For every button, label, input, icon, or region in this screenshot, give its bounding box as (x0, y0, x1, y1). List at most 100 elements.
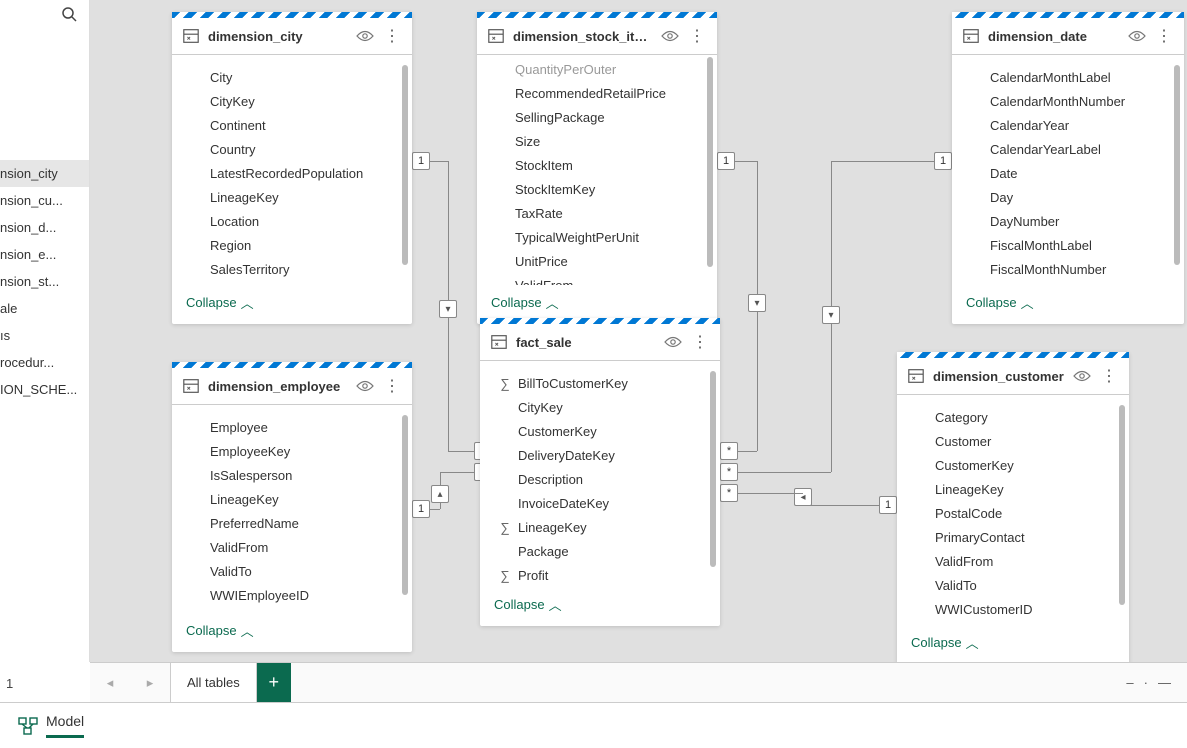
field[interactable]: CalendarYearLabel (952, 137, 1184, 161)
field[interactable]: RecommendedRetailPrice (477, 81, 717, 105)
tool-icon[interactable]: · (1144, 675, 1148, 690)
sidebar-item[interactable]: nsion_st... (0, 268, 89, 295)
field[interactable]: LatestRecordedPopulation (172, 161, 412, 185)
scrollbar[interactable] (1174, 65, 1180, 265)
model-canvas[interactable]: 1 ▾ * 1 ▴ * 1 ▾ * 1 ▾ * 1 ◂ * dimension_… (90, 0, 1187, 662)
field[interactable]: ValidTo (897, 573, 1129, 597)
field[interactable]: UnitPrice (477, 249, 717, 273)
visibility-icon[interactable] (356, 379, 374, 393)
collapse-button[interactable]: Collapse︿ (186, 293, 254, 312)
more-icon[interactable]: ⋮ (687, 26, 707, 46)
field[interactable]: EmployeeKey (172, 439, 412, 463)
field[interactable]: CityKey (480, 395, 720, 419)
field[interactable]: TypicalWeightPerUnit (477, 225, 717, 249)
field[interactable]: IsSalesperson (172, 463, 412, 487)
table-dimension-city[interactable]: dimension_city ⋮ City CityKey Continent … (172, 12, 412, 324)
field[interactable]: Description (480, 467, 720, 491)
field[interactable]: CustomerKey (480, 419, 720, 443)
scrollbar[interactable] (707, 57, 713, 267)
collapse-button[interactable]: Collapse︿ (966, 293, 1034, 312)
field[interactable]: Size (477, 129, 717, 153)
tool-icon[interactable]: — (1158, 675, 1171, 690)
field[interactable]: FiscalMonthLabel (952, 233, 1184, 257)
visibility-icon[interactable] (1073, 369, 1091, 383)
field[interactable]: CalendarMonthNumber (952, 89, 1184, 113)
sidebar-item[interactable]: nsion_e... (0, 241, 89, 268)
field[interactable]: SalesTerritory (172, 257, 412, 281)
field[interactable]: Category (897, 405, 1129, 429)
field[interactable]: Day (952, 185, 1184, 209)
sidebar-item[interactable]: ıs (0, 322, 89, 349)
sidebar-item[interactable]: nsion_city (0, 160, 89, 187)
field[interactable]: InvoiceDateKey (480, 491, 720, 515)
field[interactable]: Continent (172, 113, 412, 137)
field[interactable]: LineageKey (172, 487, 412, 511)
more-icon[interactable]: ⋮ (1154, 26, 1174, 46)
field[interactable]: WWIEmployeeID (172, 583, 412, 607)
field[interactable]: DeliveryDateKey (480, 443, 720, 467)
scrollbar[interactable] (402, 415, 408, 595)
tab-next-icon[interactable]: ▸ (130, 675, 170, 691)
collapse-button[interactable]: Collapse︿ (491, 293, 559, 312)
field[interactable]: Date (952, 161, 1184, 185)
scrollbar[interactable] (710, 371, 716, 567)
model-tab[interactable]: Model (46, 713, 84, 738)
field[interactable]: Country (172, 137, 412, 161)
add-tab-button[interactable]: + (257, 663, 291, 703)
more-icon[interactable]: ⋮ (382, 376, 402, 396)
more-icon[interactable]: ⋮ (382, 26, 402, 46)
field[interactable]: ValidFrom (172, 535, 412, 559)
search-icon[interactable] (61, 6, 77, 22)
field[interactable]: CalendarYear (952, 113, 1184, 137)
field[interactable]: WWICustomerID (897, 597, 1129, 621)
more-icon[interactable]: ⋮ (690, 332, 710, 352)
field[interactable]: Location (172, 209, 412, 233)
field[interactable]: PreferredName (172, 511, 412, 535)
table-dimension-employee[interactable]: dimension_employee ⋮ Employee EmployeeKe… (172, 362, 412, 652)
more-icon[interactable]: ⋮ (1099, 366, 1119, 386)
table-dimension-stock-item[interactable]: dimension_stock_item ⋮ QuantityPerOuter … (477, 12, 717, 324)
visibility-icon[interactable] (664, 335, 682, 349)
visibility-icon[interactable] (356, 29, 374, 43)
sidebar-item[interactable]: ale (0, 295, 89, 322)
table-dimension-date[interactable]: dimension_date ⋮ CalendarMonthLabel Cale… (952, 12, 1184, 324)
field[interactable]: QuantityPerOuter (477, 57, 717, 81)
field[interactable]: Customer (897, 429, 1129, 453)
field[interactable]: StockItem (477, 153, 717, 177)
tab-all-tables[interactable]: All tables (170, 662, 257, 702)
field[interactable]: SellingPackage (477, 105, 717, 129)
sidebar-item[interactable]: ION_SCHE... (0, 376, 89, 403)
table-fact-sale[interactable]: fact_sale ⋮ ∑BillToCustomerKey CityKey C… (480, 318, 720, 626)
visibility-icon[interactable] (1128, 29, 1146, 43)
field[interactable]: DayNumber (952, 209, 1184, 233)
field[interactable]: Employee (172, 415, 412, 439)
tab-prev-icon[interactable]: ◂ (90, 675, 130, 691)
field[interactable]: CustomerKey (897, 453, 1129, 477)
sidebar-item[interactable]: rocedur... (0, 349, 89, 376)
visibility-icon[interactable] (661, 29, 679, 43)
field[interactable]: Package (480, 539, 720, 563)
field[interactable]: LineageKey (172, 185, 412, 209)
field[interactable]: ∑LineageKey (480, 515, 720, 539)
field[interactable]: CalendarMonthLabel (952, 65, 1184, 89)
field[interactable]: City (172, 65, 412, 89)
sidebar-item[interactable]: nsion_cu... (0, 187, 89, 214)
field[interactable]: StockItemKey (477, 177, 717, 201)
field[interactable]: FiscalMonthNumber (952, 257, 1184, 281)
collapse-button[interactable]: Collapse︿ (911, 633, 979, 652)
scrollbar[interactable] (402, 65, 408, 265)
sidebar-item[interactable]: nsion_d... (0, 214, 89, 241)
field[interactable]: CityKey (172, 89, 412, 113)
field[interactable]: ValidFrom (897, 549, 1129, 573)
field[interactable]: ∑Profit (480, 563, 720, 587)
collapse-button[interactable]: Collapse︿ (494, 595, 562, 614)
field[interactable]: ValidTo (172, 559, 412, 583)
field[interactable]: Region (172, 233, 412, 257)
field[interactable]: PostalCode (897, 501, 1129, 525)
field[interactable]: LineageKey (897, 477, 1129, 501)
field[interactable]: ValidFrom (477, 273, 717, 285)
field[interactable]: ∑BillToCustomerKey (480, 371, 720, 395)
field[interactable]: PrimaryContact (897, 525, 1129, 549)
tool-icon[interactable]: – (1126, 675, 1133, 690)
collapse-button[interactable]: Collapse︿ (186, 621, 254, 640)
